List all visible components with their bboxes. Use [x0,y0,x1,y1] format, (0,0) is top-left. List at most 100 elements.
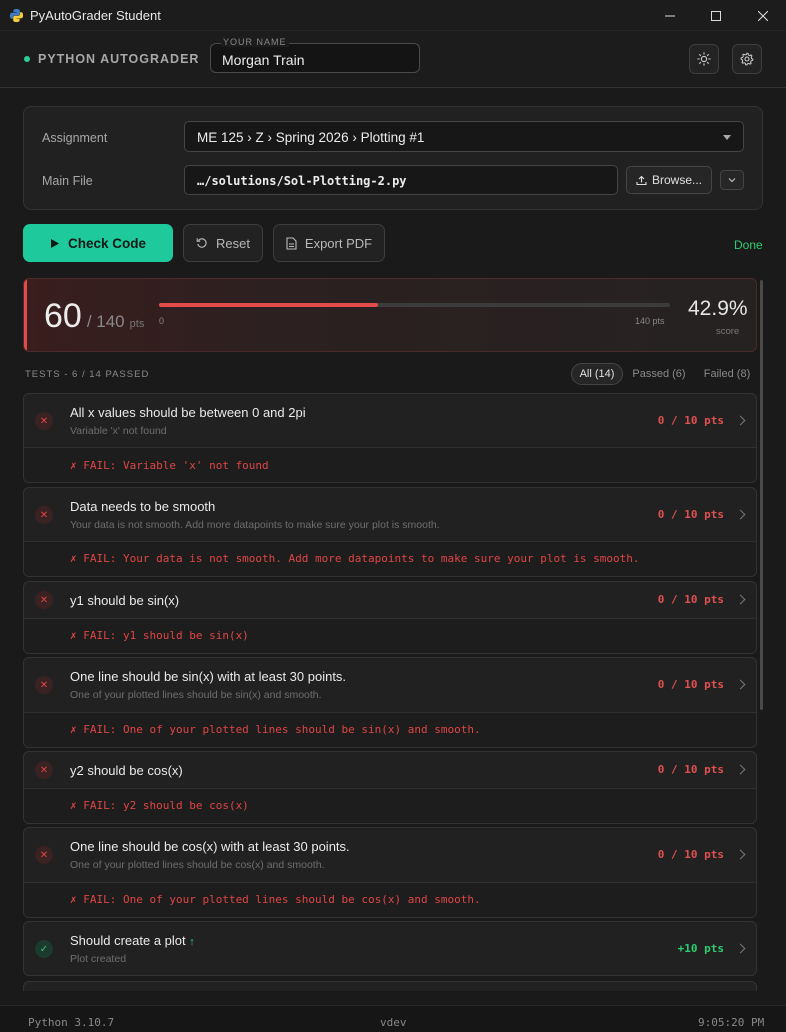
fail-message: ✗ FAIL: y1 should be sin(x) [70,629,249,642]
upload-icon [636,175,647,185]
fail-icon: ✕ [35,591,53,609]
test-title-text: Should create a plot [70,933,186,948]
assignment-panel: Assignment ME 125 › Z › Spring 2026 › Pl… [23,106,763,210]
test-row[interactable]: ✕ Data needs to be smooth Your data is n… [24,488,756,542]
test-description: One of your plotted lines should be sin(… [70,689,322,701]
test-score: +10 pts [677,942,724,955]
progress-min-label: 0 [159,316,165,326]
test-card: ✕ y2 should be cos(x) 0 / 10 pts ✗ FAIL:… [23,751,757,824]
window-title: PyAutoGrader Student [30,8,161,23]
clock-time: 9:05:20 PM [698,1016,765,1029]
fail-icon: ✕ [35,761,53,779]
chevron-down-icon [728,178,736,183]
filter-failed-tab[interactable]: Failed (8) [698,363,756,385]
sun-icon [697,52,711,66]
gear-icon [740,52,754,66]
test-score: 0 / 10 pts [657,593,724,606]
minimize-button[interactable] [647,0,693,31]
test-card: ✕ Data needs to be smooth Your data is n… [23,487,757,577]
filter-passed-tab[interactable]: Passed (6) [629,363,689,385]
test-row[interactable]: ✕ One line should be sin(x) with at leas… [24,658,756,713]
reset-icon [196,238,207,248]
maximize-button[interactable] [693,0,739,31]
fail-message: ✗ FAIL: One of your plotted lines should… [70,893,481,906]
test-card: ✓ Should create a plot ↑ Plot created +1… [23,921,757,976]
file-options-button[interactable] [720,170,744,190]
test-detail: ✗ FAIL: Variable 'x' not found [24,448,756,482]
test-card: ✕ One line should be cos(x) with at leas… [23,827,757,918]
reset-button[interactable]: Reset [183,224,263,262]
settings-button[interactable] [732,44,762,74]
test-score: 0 / 10 pts [657,848,724,861]
arrow-up-icon: ↑ [189,936,195,948]
chevron-right-icon [735,764,746,775]
minimize-icon [665,15,675,16]
reset-label: Reset [216,235,250,251]
test-card: ✕ One line should be sin(x) with at leas… [23,657,757,748]
fail-icon: ✕ [35,846,53,864]
assignment-label: Assignment [42,131,108,145]
close-button[interactable] [740,0,786,31]
test-title: y1 should be sin(x) [70,593,180,608]
test-score: 0 / 10 pts [657,508,724,521]
test-score: 0 / 10 pts [657,763,724,776]
export-pdf-label: Export PDF [304,235,373,251]
filter-all-tab[interactable]: All (14) [571,363,623,385]
test-description: One of your plotted lines should be cos(… [70,859,325,871]
test-detail: ✗ FAIL: One of your plotted lines should… [24,713,756,747]
maximize-icon [711,10,721,21]
brand-title: PYTHON AUTOGRADER [38,52,200,66]
fail-icon: ✕ [35,676,53,694]
score-summary: 60 / 140 pts 0 140 pts 42.9% score [23,278,757,352]
test-title: Should create a plot ↑ [70,933,195,948]
main-file-input[interactable]: …/solutions/Sol-Plotting-2.py [184,165,618,195]
fail-message: ✗ FAIL: Your data is not smooth. Add mor… [70,552,640,565]
progress-max-label: 140 pts [635,316,665,326]
score-percent-label: score [716,326,740,337]
test-card [23,981,757,991]
fail-icon: ✕ [35,506,53,524]
test-card: ✕ All x values should be between 0 and 2… [23,393,757,483]
name-input[interactable] [211,44,419,72]
test-title: One line should be sin(x) with at least … [70,669,347,684]
test-row[interactable]: ✕ y2 should be cos(x) 0 / 10 pts [24,752,756,789]
scrollbar[interactable] [760,280,763,710]
fail-message: ✗ FAIL: Variable 'x' not found [70,459,269,472]
check-code-button[interactable]: Check Code [23,224,173,262]
fail-icon: ✕ [35,412,53,430]
fail-message: ✗ FAIL: One of your plotted lines should… [70,723,481,736]
chevron-right-icon [735,594,746,605]
chevron-right-icon [735,415,746,426]
test-description: Your data is not smooth. Add more datapo… [70,519,440,531]
chevron-right-icon [735,509,746,520]
assignment-value: ME 125 › Z › Spring 2026 › Plotting #1 [197,130,425,145]
name-field-box: YOUR NAME [210,37,420,73]
test-row[interactable]: ✕ One line should be cos(x) with at leas… [24,828,756,883]
status-dot [24,56,30,62]
browse-button[interactable]: Browse... [626,166,712,194]
test-title: y2 should be cos(x) [70,763,183,778]
test-row[interactable]: ✕ All x values should be between 0 and 2… [24,394,756,448]
chevron-right-icon [735,679,746,690]
title-bar: PyAutoGrader Student [0,0,786,31]
status-bar: Python 3.10.7 vdev 9:05:20 PM [0,1005,786,1032]
score-accent-bar [24,279,27,351]
score-total: / 140 [86,312,125,331]
fail-message: ✗ FAIL: y2 should be cos(x) [70,799,249,812]
document-icon [286,236,297,250]
check-icon: ✓ [35,940,53,958]
test-detail: ✗ FAIL: Your data is not smooth. Add mor… [24,542,756,576]
export-pdf-button[interactable]: Export PDF [273,224,385,262]
chevron-down-icon [723,135,731,140]
test-detail: ✗ FAIL: y2 should be cos(x) [24,789,756,823]
score-percent: 42.9% [688,297,748,320]
chevron-right-icon [735,849,746,860]
python-version: Python 3.10.7 [28,1016,115,1029]
test-title: All x values should be between 0 and 2pi [70,405,306,420]
test-row[interactable]: ✓ Should create a plot ↑ Plot created +1… [24,922,756,975]
main-file-label: Main File [42,174,93,188]
test-row[interactable]: ✕ y1 should be sin(x) 0 / 10 pts [24,582,756,619]
theme-toggle-button[interactable] [689,44,719,74]
assignment-select[interactable]: ME 125 › Z › Spring 2026 › Plotting #1 [184,121,744,152]
score-progress-fill [159,303,379,307]
